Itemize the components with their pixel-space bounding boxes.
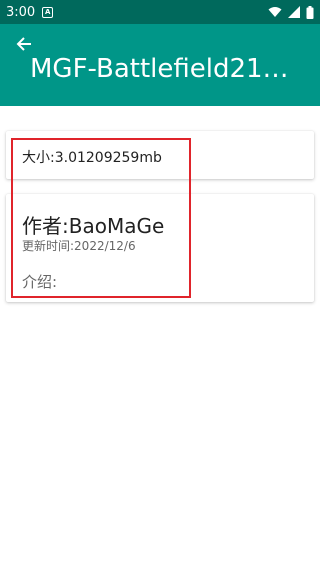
signal-icon [288, 6, 300, 18]
page-title: MGF-Battlefield21… [30, 54, 289, 84]
info-card: 作者:BaoMaGe 更新时间:2022/12/6 介绍: [6, 194, 314, 302]
notification-icon: A [42, 6, 54, 18]
wifi-icon [268, 6, 282, 18]
author-text: 作者:BaoMaGe [22, 214, 165, 238]
update-time-text: 更新时间:2022/12/6 [22, 239, 136, 253]
status-icons [268, 5, 314, 19]
app-bar: MGF-Battlefield21… [0, 24, 320, 106]
status-bar: 3:00 A [0, 0, 320, 24]
size-card: 大小:3.01209259mb [6, 131, 314, 179]
intro-label: 介绍: [22, 273, 58, 291]
file-size-text: 大小:3.01209259mb [22, 150, 162, 166]
status-time: 3:00 [6, 4, 36, 20]
battery-icon [306, 5, 314, 19]
